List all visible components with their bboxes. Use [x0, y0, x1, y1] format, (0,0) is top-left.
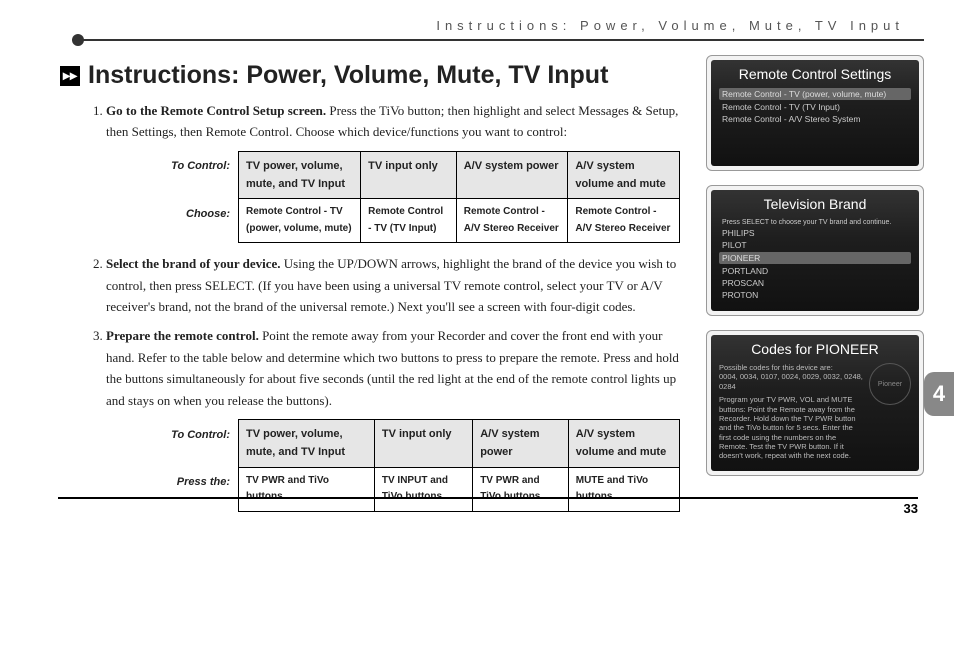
step-1: Go to the Remote Control Setup screen. P…: [106, 100, 680, 243]
t2-h1: TV input only: [374, 420, 472, 467]
screen1-opt1: Remote Control - TV (TV Input): [719, 101, 911, 113]
step3-bold: Prepare the remote control.: [106, 328, 259, 343]
step1-bold: Go to the Remote Control Setup screen.: [106, 103, 326, 118]
table-choose: To Control: TV power, volume, mute, and …: [146, 151, 680, 243]
screenshot-remote-settings: Remote Control Settings Remote Control -…: [706, 55, 924, 171]
brand-option: PORTLAND: [719, 265, 911, 277]
t2-h0: TV power, volume, mute, and TV Input: [239, 420, 375, 467]
t1-h2: A/V system power: [456, 151, 568, 198]
side-column: Remote Control Settings Remote Control -…: [706, 55, 924, 522]
brand-option: PILOT: [719, 239, 911, 251]
brand-list: PHILIPSPILOTPIONEERPORTLANDPROSCANPROTON: [719, 227, 911, 301]
screenshot-codes: Codes for PIONEER Possible codes for thi…: [706, 330, 924, 476]
page-title: ▸▸ Instructions: Power, Volume, Mute, TV…: [60, 61, 680, 90]
t1-c2: Remote Control - A/V Stereo Receiver: [456, 199, 568, 243]
brand-option: PROTON: [719, 289, 911, 301]
screen1-sel: Remote Control - TV (power, volume, mute…: [719, 88, 911, 100]
codes-line3: Program your TV PWR, VOL and MUTE button…: [719, 395, 863, 461]
table2-row1-label: To Control:: [146, 420, 239, 467]
brand-option: PIONEER: [719, 252, 911, 264]
heading-text: Instructions: Power, Volume, Mute, TV In…: [88, 61, 608, 90]
chapter-tab: 4: [924, 372, 954, 416]
arrow-icon: ▸▸: [60, 66, 80, 86]
step2-bold: Select the brand of your device.: [106, 256, 281, 271]
screen3-title: Codes for PIONEER: [719, 341, 911, 357]
codes-line1: Possible codes for this device are:: [719, 363, 863, 372]
t1-c0: Remote Control - TV (power, volume, mute…: [239, 199, 361, 243]
screen2-title: Television Brand: [719, 196, 911, 212]
t2-h3: A/V system volume and mute: [568, 420, 679, 467]
brand-option: PHILIPS: [719, 227, 911, 239]
screen2-hint: Press SELECT to choose your TV brand and…: [719, 218, 911, 227]
screen1-opt2: Remote Control - A/V Stereo System: [719, 113, 911, 125]
codes-line2: 0004, 0034, 0107, 0024, 0029, 0032, 0248…: [719, 372, 863, 391]
t1-h0: TV power, volume, mute, and TV Input: [239, 151, 361, 198]
running-head: Instructions: Power, Volume, Mute, TV In…: [80, 18, 924, 41]
t1-h3: A/V system volume and mute: [568, 151, 680, 198]
t1-c3: Remote Control - A/V Stereo Receiver: [568, 199, 680, 243]
t2-h2: A/V system power: [473, 420, 569, 467]
screen1-title: Remote Control Settings: [719, 66, 911, 82]
screenshot-tv-brand: Television Brand Press SELECT to choose …: [706, 185, 924, 316]
t1-c1: Remote Control - TV (TV Input): [361, 199, 457, 243]
step-3: Prepare the remote control. Point the re…: [106, 325, 680, 511]
brand-option: PROSCAN: [719, 277, 911, 289]
table1-row2-label: Choose:: [146, 199, 239, 243]
table1-row1-label: To Control:: [146, 151, 239, 198]
main-column: ▸▸ Instructions: Power, Volume, Mute, TV…: [60, 55, 680, 522]
t1-h1: TV input only: [361, 151, 457, 198]
page-number: 33: [58, 497, 918, 516]
remote-diagram-icon: Pioneer: [869, 363, 911, 405]
step-2: Select the brand of your device. Using t…: [106, 253, 680, 317]
